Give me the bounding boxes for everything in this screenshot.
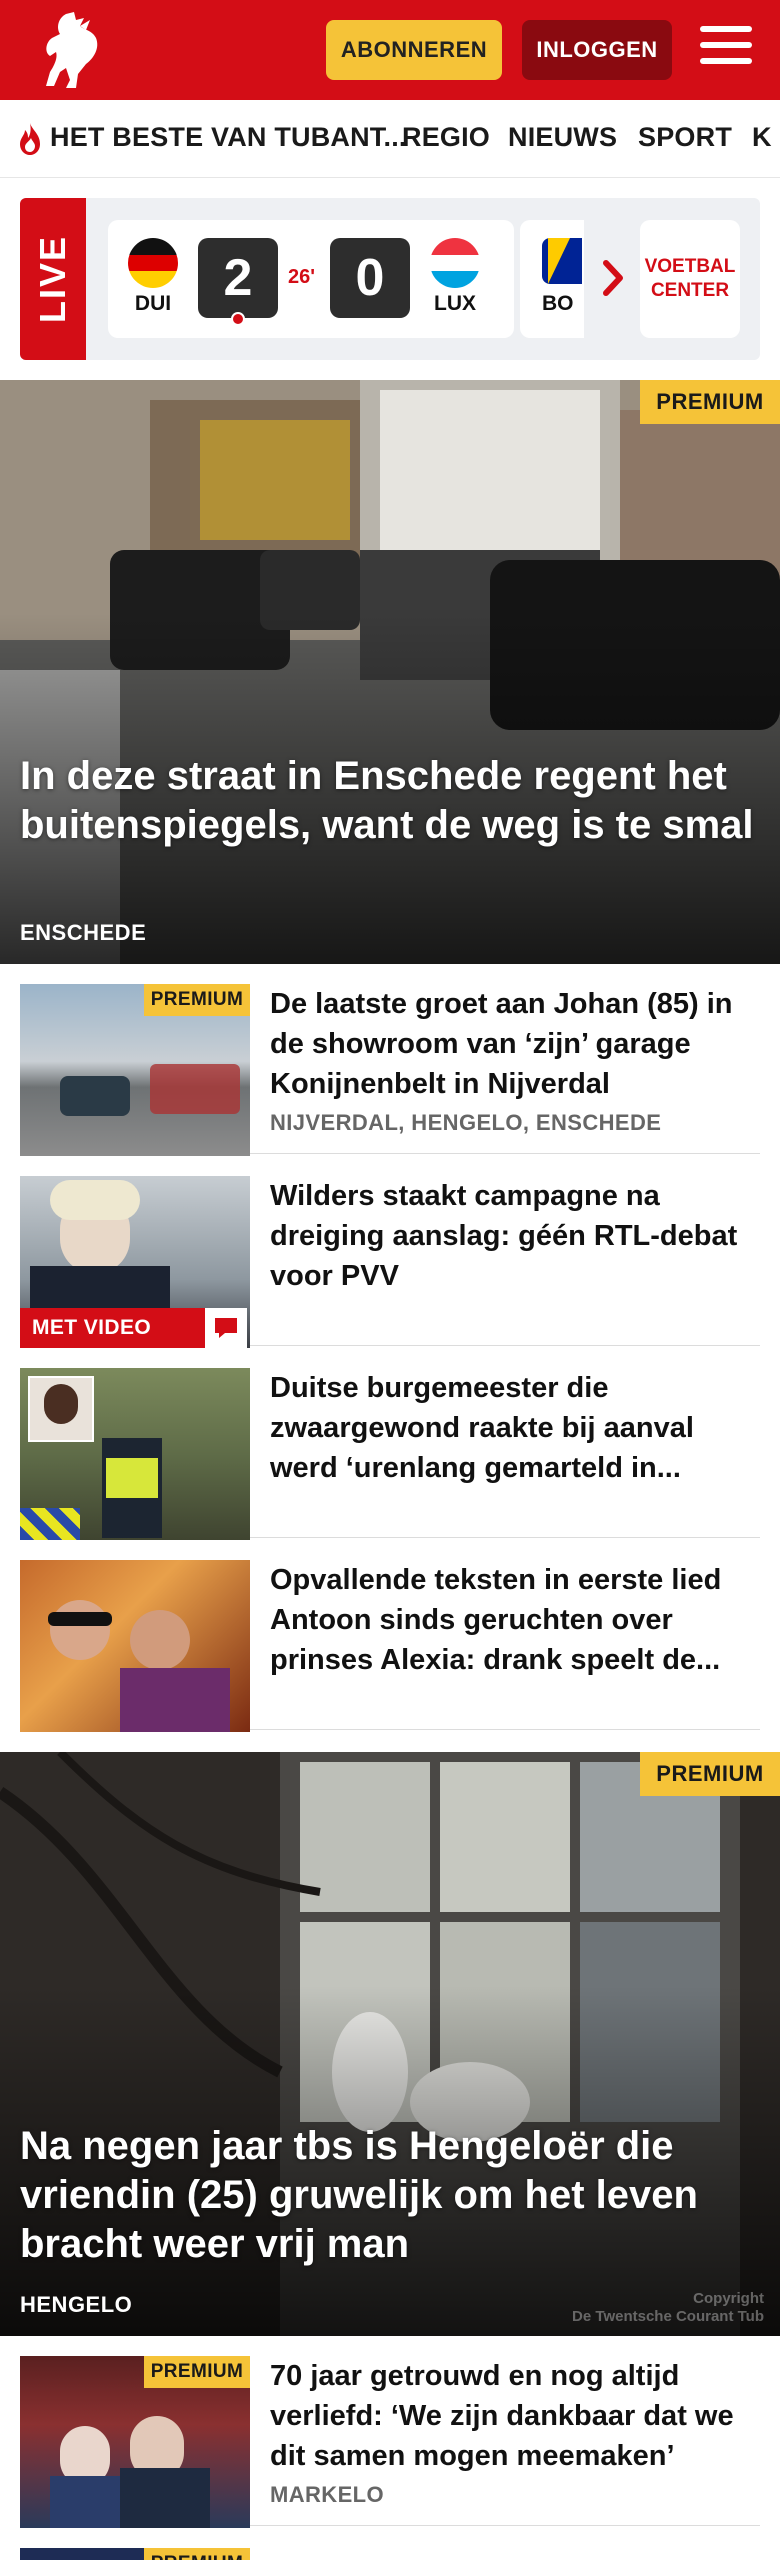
article-title: Opvallende teksten in eerste lied Antoon… bbox=[270, 1564, 722, 1677]
list-item[interactable]: PREMIUM 70 jaar getrouwd en nog altijd v… bbox=[20, 2336, 760, 2528]
bosnia-flag-icon bbox=[542, 238, 582, 284]
article-location: NIJVERDAL, HENGELO, ENSCHEDE bbox=[270, 1110, 662, 1135]
site-header: ABONNEREN INLOGGEN bbox=[0, 0, 780, 100]
premium-badge: PREMIUM bbox=[144, 2548, 250, 2560]
menu-icon[interactable] bbox=[700, 26, 752, 72]
voetbal-center-link[interactable]: VOETBAL CENTER bbox=[640, 220, 740, 338]
article-thumbnail bbox=[20, 1368, 250, 1540]
list-item[interactable]: PREMIUM De laatste groet aan Johan (85) … bbox=[20, 964, 760, 1156]
hero-location: ENSCHEDE bbox=[20, 920, 147, 945]
article-thumbnail: PREMIUM bbox=[20, 984, 250, 1156]
article-title: Wilders staakt campagne na dreiging aans… bbox=[270, 1180, 738, 1293]
chevron-right-icon[interactable] bbox=[592, 253, 632, 303]
hero-gradient-overlay bbox=[0, 380, 780, 964]
away-score: 0 bbox=[330, 238, 410, 318]
nav-item-nieuws[interactable]: NIEUWS bbox=[508, 122, 617, 153]
hero-article-enschede[interactable]: PREMIUM In deze straat in Enschede regen… bbox=[0, 380, 780, 964]
article-title: 70 jaar getrouwd en nog altijd verliefd:… bbox=[270, 2360, 734, 2473]
nav-item-regio[interactable]: REGIO bbox=[402, 122, 490, 153]
hero-title: In deze straat in Enschede regent het bu… bbox=[20, 754, 754, 847]
live-match-card[interactable]: DUI 2 26' 0 LUX bbox=[108, 220, 514, 338]
home-score: 2 bbox=[198, 238, 278, 318]
home-team-name: DUI bbox=[134, 292, 172, 315]
premium-badge: PREMIUM bbox=[640, 1752, 780, 1796]
premium-badge: PREMIUM bbox=[144, 2356, 250, 2388]
live-score-strip: LIVE DUI 2 26' 0 LUX BO VOETBAL CENTER bbox=[20, 198, 760, 360]
away-team-name: LUX bbox=[434, 292, 476, 315]
comment-icon bbox=[205, 1308, 247, 1348]
hero-location: HENGELO bbox=[20, 2292, 133, 2317]
live-indicator-icon bbox=[231, 312, 245, 326]
hero-article-hengelo[interactable]: PREMIUM Na negen jaar tbs is Hengeloër d… bbox=[0, 1752, 780, 2336]
nav-item-het-beste[interactable]: HET BESTE VAN TUBANT... bbox=[50, 122, 407, 153]
live-match-card-next[interactable]: BO bbox=[520, 220, 584, 338]
premium-badge: PREMIUM bbox=[144, 984, 250, 1016]
next-team-name: BO bbox=[542, 292, 574, 315]
article-location: MARKELO bbox=[270, 2482, 385, 2507]
list-item[interactable]: Opvallende teksten in eerste lied Antoon… bbox=[20, 1540, 760, 1732]
article-title: De laatste groet aan Johan (85) in de sh… bbox=[270, 988, 733, 1101]
article-thumbnail: PREMIUM bbox=[20, 2548, 250, 2560]
list-item[interactable]: PREMIUM bbox=[20, 2528, 760, 2560]
article-thumbnail: MET VIDEO bbox=[20, 1176, 250, 1348]
subscribe-button[interactable]: ABONNEREN bbox=[326, 20, 502, 80]
nav-item-sport[interactable]: SPORT bbox=[638, 122, 732, 153]
photo-copyright: Copyright De Twentsche Courant Tub bbox=[572, 2290, 764, 2325]
luxembourg-flag-icon bbox=[430, 238, 480, 288]
nav-item-overflow[interactable]: K bbox=[752, 122, 772, 153]
premium-badge: PREMIUM bbox=[640, 380, 780, 424]
germany-flag-icon bbox=[128, 238, 178, 288]
tubantia-horse-logo-icon[interactable] bbox=[36, 8, 108, 92]
match-minute: 26' bbox=[288, 266, 316, 288]
list-item[interactable]: Duitse burgemeester die zwaargewond raak… bbox=[20, 1348, 760, 1540]
article-thumbnail bbox=[20, 1560, 250, 1732]
list-item[interactable]: MET VIDEO Wilders staakt campagne na dre… bbox=[20, 1156, 760, 1348]
hero-title: Na negen jaar tbs is Hengeloër die vrien… bbox=[20, 2124, 698, 2266]
flame-icon bbox=[20, 123, 40, 155]
video-badge: MET VIDEO bbox=[20, 1308, 205, 1348]
article-title: Duitse burgemeester die zwaargewond raak… bbox=[270, 1372, 694, 1485]
article-thumbnail: PREMIUM bbox=[20, 2356, 250, 2528]
live-label: LIVE bbox=[20, 198, 86, 360]
section-nav: HET BESTE VAN TUBANT... REGIO NIEUWS SPO… bbox=[0, 100, 780, 178]
login-button[interactable]: INLOGGEN bbox=[522, 20, 672, 80]
